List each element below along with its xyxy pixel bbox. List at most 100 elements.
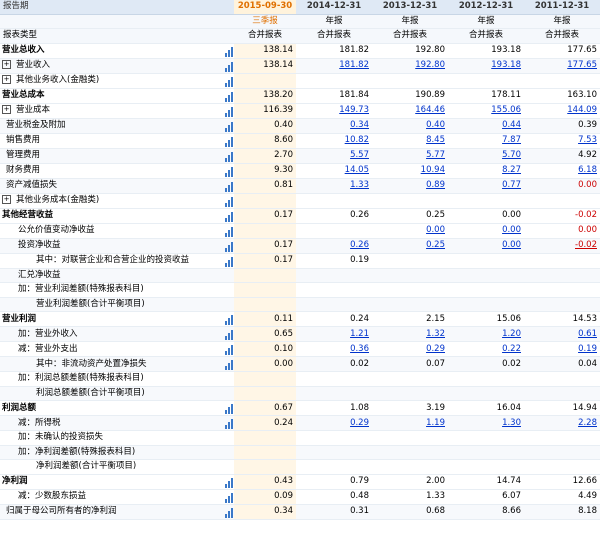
bar-chart-icon[interactable]: [225, 209, 234, 222]
bar-chart-icon[interactable]: [225, 416, 234, 429]
value-link[interactable]: 0.44: [502, 120, 521, 130]
value-link[interactable]: 5.57: [350, 150, 369, 160]
value-link[interactable]: 10.82: [345, 135, 369, 145]
value-text: 8.18: [578, 506, 597, 516]
value-link[interactable]: 1.21: [350, 329, 369, 339]
value-link[interactable]: 1.20: [502, 329, 521, 339]
bar-chart-icon[interactable]: [225, 327, 234, 340]
statement-row: 加：净利润差额(特殊报表科目): [0, 445, 600, 460]
value-link[interactable]: 177.65: [567, 60, 597, 70]
value-link[interactable]: 8.45: [426, 135, 445, 145]
row-label-text: 归属于母公司所有者的净利润: [6, 506, 117, 516]
row-label-text: 加：未确认的投资损失: [18, 432, 104, 443]
value-link[interactable]: 181.82: [339, 60, 369, 70]
value-link[interactable]: 7.53: [578, 135, 597, 145]
value-text: 0.17: [274, 255, 293, 265]
bar-chart-icon[interactable]: [225, 149, 234, 162]
period-header[interactable]: 2013-12-31: [372, 0, 448, 15]
bar-chart-icon[interactable]: [225, 164, 234, 177]
bar-chart-icon[interactable]: [225, 179, 234, 192]
value-cell: 0.40: [234, 118, 296, 134]
bar-chart-icon[interactable]: [225, 475, 234, 488]
bar-chart-icon[interactable]: [225, 194, 234, 207]
row-label: 营业利润: [0, 311, 222, 327]
value-link[interactable]: 0.40: [426, 120, 445, 130]
value-link[interactable]: 0.00: [426, 225, 445, 235]
bar-chart-icon[interactable]: [225, 119, 234, 132]
bar-chart-icon[interactable]: [225, 254, 234, 267]
chart-cell: [222, 356, 234, 372]
bar-chart-icon[interactable]: [225, 224, 234, 237]
value-link[interactable]: 0.19: [578, 344, 597, 354]
row-label-text: 利润总额差额(合计平衡项目): [36, 387, 145, 398]
expand-icon[interactable]: +: [2, 75, 11, 84]
bar-chart-icon[interactable]: [225, 312, 234, 325]
value-link[interactable]: 1.30: [502, 418, 521, 428]
value-link[interactable]: 0.29: [350, 418, 369, 428]
value-link[interactable]: 6.18: [578, 165, 597, 175]
value-link[interactable]: 0.29: [426, 344, 445, 354]
chart-cell: [222, 73, 234, 89]
expand-icon[interactable]: +: [2, 195, 11, 204]
value-link[interactable]: 0.77: [502, 180, 521, 190]
bar-chart-icon[interactable]: [225, 134, 234, 147]
value-link[interactable]: 0.22: [502, 344, 521, 354]
value-link[interactable]: 0.89: [426, 180, 445, 190]
period-header[interactable]: 2012-12-31: [448, 0, 524, 15]
value-link[interactable]: 0.61: [578, 329, 597, 339]
value-link[interactable]: 7.87: [502, 135, 521, 145]
bar-chart-icon[interactable]: [225, 342, 234, 355]
value-link[interactable]: 155.06: [491, 105, 521, 115]
bar-chart-icon[interactable]: [225, 357, 234, 370]
period-header[interactable]: 2015-09-30: [234, 0, 296, 15]
value-link[interactable]: 5.77: [426, 150, 445, 160]
bar-chart-icon[interactable]: [225, 44, 234, 57]
value-cell: 0.61: [524, 326, 600, 342]
value-cell: [372, 253, 448, 269]
value-cell: 138.14: [234, 58, 296, 74]
value-link[interactable]: 0.26: [350, 240, 369, 250]
value-link[interactable]: 1.33: [350, 180, 369, 190]
value-link[interactable]: 0.36: [350, 344, 369, 354]
value-link[interactable]: 149.73: [339, 105, 369, 115]
value-cell: 190.89: [372, 88, 448, 104]
value-link[interactable]: 164.46: [415, 105, 445, 115]
row-label: 加：净利润差额(特殊报表科目): [0, 445, 222, 460]
row-label: + 营业成本: [0, 103, 222, 119]
value-link[interactable]: 14.05: [345, 165, 369, 175]
value-link[interactable]: 2.28: [578, 418, 597, 428]
value-cell: [296, 193, 372, 209]
chart-cell: [222, 118, 234, 134]
bar-chart-icon[interactable]: [225, 401, 234, 414]
value-cell: 0.29: [296, 415, 372, 431]
bar-chart-icon[interactable]: [225, 74, 234, 87]
bar-chart-icon[interactable]: [225, 239, 234, 252]
value-link[interactable]: 1.32: [426, 329, 445, 339]
value-link[interactable]: 0.00: [502, 240, 521, 250]
value-link[interactable]: 144.09: [567, 105, 597, 115]
expand-icon[interactable]: +: [2, 60, 11, 69]
statement-row: 净利润差额(合计平衡项目): [0, 459, 600, 475]
value-link[interactable]: 192.80: [415, 60, 445, 70]
row-label-text: 营业总成本: [2, 90, 45, 100]
period-header[interactable]: 2014-12-31: [296, 0, 372, 15]
expand-icon[interactable]: +: [2, 105, 11, 114]
value-link[interactable]: 193.18: [491, 60, 521, 70]
value-link[interactable]: 0.25: [426, 240, 445, 250]
bar-chart-icon[interactable]: [225, 490, 234, 503]
value-cell: 0.11: [234, 311, 296, 327]
value-link[interactable]: 0.34: [350, 120, 369, 130]
period-header[interactable]: 2011-12-31: [524, 0, 600, 15]
value-link[interactable]: 10.94: [421, 165, 445, 175]
value-link[interactable]: 5.70: [502, 150, 521, 160]
value-link[interactable]: 0.00: [502, 225, 521, 235]
bar-chart-icon[interactable]: [225, 505, 234, 518]
bar-chart-icon[interactable]: [225, 104, 234, 117]
value-link[interactable]: 1.19: [426, 418, 445, 428]
value-cell: 14.94: [524, 400, 600, 416]
bar-chart-icon[interactable]: [225, 59, 234, 72]
value-cell: 193.18: [448, 43, 524, 59]
value-link[interactable]: 8.27: [502, 165, 521, 175]
value-link[interactable]: -0.02: [575, 240, 597, 250]
bar-chart-icon[interactable]: [225, 89, 234, 102]
